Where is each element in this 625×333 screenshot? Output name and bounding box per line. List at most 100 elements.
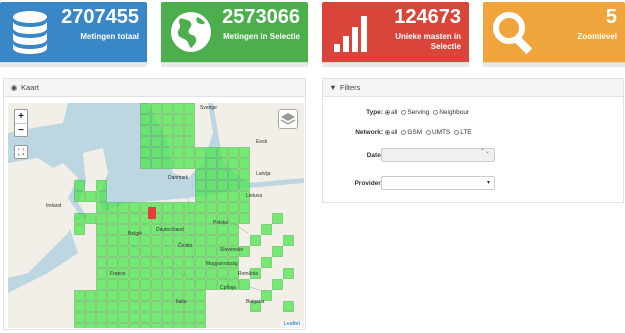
coverage-cell	[228, 147, 239, 158]
network-option-label: all	[391, 129, 398, 136]
stat-tile-selection-measurements: 2573066 Metingen in Selectie	[161, 2, 308, 67]
stat-footer	[161, 62, 308, 67]
coverage-cell	[217, 169, 228, 180]
coverage-cell	[118, 301, 129, 312]
stat-footer	[0, 62, 147, 67]
network-option-label: UMTS	[431, 129, 451, 136]
date-input[interactable]: ⌃⌄	[381, 148, 495, 162]
globe-icon: ◉	[10, 83, 18, 92]
coverage-cell	[151, 136, 162, 147]
coverage-cell	[261, 257, 272, 268]
coverage-cell	[107, 279, 118, 290]
search-icon	[493, 12, 533, 55]
date-spinner-icon[interactable]: ⌃⌄	[480, 149, 490, 155]
coverage-cell	[195, 169, 206, 180]
coverage-cell	[85, 301, 96, 312]
type-radio-neighbour[interactable]	[433, 110, 439, 115]
coverage-cell	[151, 125, 162, 136]
coverage-cell	[129, 268, 140, 279]
coverage-cell	[107, 235, 118, 246]
type-radio-all[interactable]	[385, 110, 390, 115]
coverage-cell	[74, 323, 85, 328]
coverage-cell	[96, 224, 107, 235]
coverage-cell	[195, 279, 206, 290]
type-label: Type:	[366, 109, 383, 116]
coverage-cell	[228, 213, 239, 224]
coverage-cell	[74, 180, 85, 191]
filter-icon: ▼	[329, 83, 337, 92]
coverage-cell	[162, 147, 173, 158]
map-label: Danmark	[168, 175, 189, 181]
coverage-cell	[129, 301, 140, 312]
type-options: all Serving Neighbour	[383, 109, 469, 116]
network-radio-all[interactable]	[385, 130, 390, 135]
map-label: Latvija	[256, 171, 271, 177]
coverage-cell	[173, 213, 184, 224]
coverage-cell	[195, 147, 206, 158]
stat-label: Zoomlevel	[577, 32, 617, 41]
coverage-cell	[85, 290, 96, 301]
coverage-cell	[96, 312, 107, 323]
map-label: Italia	[176, 299, 187, 305]
map-attribution-link[interactable]: Leaflet	[281, 321, 302, 327]
coverage-cell	[217, 202, 228, 213]
layers-button[interactable]	[278, 109, 298, 129]
coverage-cell	[173, 114, 184, 125]
coverage-cell	[140, 114, 151, 125]
coverage-cell	[96, 268, 107, 279]
map-canvas[interactable]: + − ⛶ Sverige Eesti Latvija Lietuva Belg…	[8, 103, 304, 328]
coverage-cell	[195, 213, 206, 224]
map-label: Deutschland	[156, 227, 184, 233]
zoom-out-button[interactable]: −	[15, 123, 27, 136]
coverage-cell	[239, 213, 250, 224]
coverage-cell	[195, 246, 206, 257]
map-label: Polska	[213, 220, 229, 226]
coverage-cell	[272, 246, 283, 257]
coverage-cell	[162, 213, 173, 224]
coverage-cell	[239, 279, 250, 290]
coverage-cell	[184, 202, 195, 213]
coverage-cell	[118, 235, 129, 246]
coverage-cell	[184, 257, 195, 268]
coverage-cell	[195, 180, 206, 191]
coverage-cell	[162, 290, 173, 301]
fullscreen-button[interactable]: ⛶	[14, 145, 28, 159]
network-radio-gsm[interactable]	[401, 130, 407, 135]
coverage-cell	[162, 158, 173, 169]
coverage-cell	[151, 246, 162, 257]
zoom-in-button[interactable]: +	[15, 110, 27, 123]
coverage-cell	[206, 191, 217, 202]
coverage-cell	[173, 158, 184, 169]
coverage-cell	[184, 158, 195, 169]
coverage-cell	[162, 246, 173, 257]
coverage-cell	[151, 103, 162, 114]
network-option-label: LTE	[460, 129, 472, 136]
stat-value: 2707455	[61, 6, 139, 28]
coverage-cell	[162, 268, 173, 279]
map-label: România	[238, 271, 259, 277]
network-radio-lte[interactable]	[454, 130, 460, 135]
coverage-cell	[140, 268, 151, 279]
date-label: Date:	[366, 152, 383, 159]
stat-value: 2573066	[222, 6, 300, 28]
stat-footer	[322, 62, 469, 67]
coverage-cell	[140, 147, 151, 158]
coverage-cell	[151, 235, 162, 246]
coverage-cell	[151, 158, 162, 169]
coverage-cell	[261, 224, 272, 235]
stat-value: 5	[605, 6, 617, 28]
map-label: Ireland	[46, 203, 62, 209]
coverage-cell	[85, 191, 96, 202]
coverage-cell	[217, 180, 228, 191]
coverage-cell	[195, 235, 206, 246]
network-radio-umts[interactable]	[425, 130, 431, 135]
coverage-cell	[140, 235, 151, 246]
type-radio-serving[interactable]	[401, 110, 407, 115]
provider-select[interactable]: ▾	[381, 176, 495, 190]
coverage-cell	[173, 312, 184, 323]
coverage-cell	[140, 257, 151, 268]
coverage-cell	[184, 323, 195, 328]
coverage-cell	[195, 224, 206, 235]
coverage-cell	[184, 268, 195, 279]
coverage-cell	[140, 312, 151, 323]
